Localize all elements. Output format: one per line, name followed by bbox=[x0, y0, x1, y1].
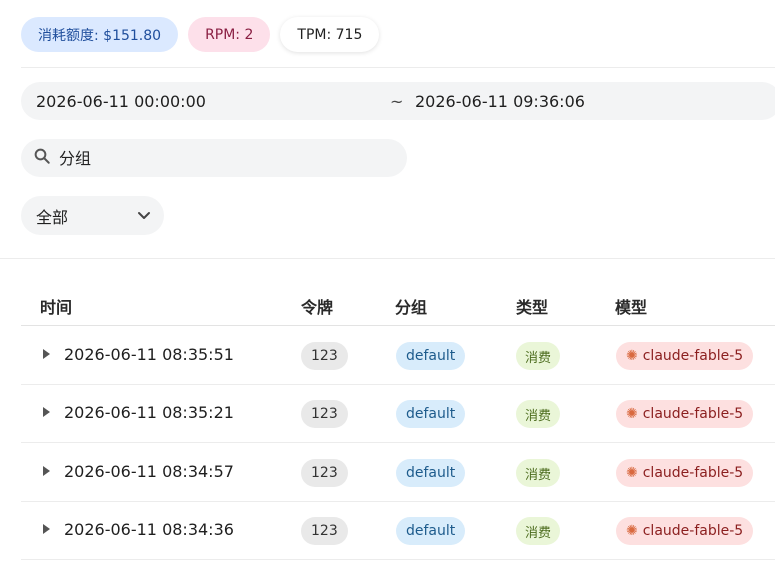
sparkle-icon: ✺ bbox=[626, 465, 638, 481]
type-badge: 消费 bbox=[516, 342, 561, 370]
row-time: 2026-06-11 08:34:36 bbox=[64, 520, 234, 539]
table-row[interactable]: 2026-06-11 08:34:36 123 default 消费 ✺ clau… bbox=[21, 502, 775, 560]
token-badge: 123 bbox=[301, 517, 348, 545]
header-token[interactable]: 令牌 bbox=[301, 294, 333, 318]
type-badge: 消费 bbox=[516, 459, 561, 487]
model-badge: ✺ claude-fable-5 bbox=[616, 400, 754, 428]
row-time: 2026-06-11 08:35:21 bbox=[64, 403, 234, 422]
expand-caret-icon[interactable] bbox=[43, 407, 50, 417]
group-badge: default bbox=[396, 459, 466, 487]
token-badge: 123 bbox=[301, 459, 348, 487]
header-group[interactable]: 分组 bbox=[395, 294, 427, 318]
sparkle-icon: ✺ bbox=[626, 523, 638, 539]
table-row[interactable]: 2026-06-11 08:35:51 123 default 消费 ✺ clau… bbox=[21, 327, 775, 385]
quota-text: 消耗额度: $151.80 bbox=[38, 27, 162, 44]
type-filter-select[interactable]: 全部 bbox=[21, 196, 164, 235]
header-model[interactable]: 模型 bbox=[615, 294, 647, 318]
model-name: claude-fable-5 bbox=[642, 406, 744, 422]
rpm-badge: RPM: 2 bbox=[188, 17, 271, 52]
model-name: claude-fable-5 bbox=[642, 465, 744, 481]
divider bbox=[21, 67, 775, 68]
date-end[interactable]: 2026-06-11 09:36:06 bbox=[415, 92, 585, 111]
group-search[interactable] bbox=[21, 139, 407, 177]
tpm-badge: TPM: 715 bbox=[280, 17, 380, 52]
quota-badge: 消耗额度: $151.80 bbox=[21, 17, 179, 52]
model-name: claude-fable-5 bbox=[642, 348, 744, 364]
token-badge: 123 bbox=[301, 400, 348, 428]
row-time: 2026-06-11 08:34:57 bbox=[64, 462, 234, 481]
group-badge: default bbox=[396, 342, 466, 370]
date-start[interactable]: 2026-06-11 00:00:00 bbox=[36, 92, 206, 111]
expand-caret-icon[interactable] bbox=[43, 524, 50, 534]
chevron-down-icon bbox=[136, 207, 152, 223]
date-separator: ~ bbox=[390, 91, 404, 111]
header-type[interactable]: 类型 bbox=[516, 294, 548, 318]
table-header: 时间 令牌 分组 类型 模型 bbox=[21, 284, 775, 326]
expand-caret-icon[interactable] bbox=[43, 349, 50, 359]
model-name: claude-fable-5 bbox=[642, 523, 744, 539]
group-badge: default bbox=[396, 400, 466, 428]
date-range-picker[interactable]: 2026-06-11 00:00:00 ~ 2026-06-11 09:36:0… bbox=[21, 82, 775, 120]
rpm-text: RPM: 2 bbox=[205, 26, 254, 43]
tpm-text: TPM: 715 bbox=[297, 26, 363, 43]
stats-bar: 消耗额度: $151.80 RPM: 2 TPM: 715 bbox=[21, 17, 380, 52]
model-badge: ✺ claude-fable-5 bbox=[616, 517, 754, 545]
table-row[interactable]: 2026-06-11 08:35:21 123 default 消费 ✺ clau… bbox=[21, 385, 775, 443]
sparkle-icon: ✺ bbox=[626, 348, 638, 364]
type-badge: 消费 bbox=[516, 400, 561, 428]
type-filter-value: 全部 bbox=[36, 207, 69, 227]
header-time[interactable]: 时间 bbox=[40, 294, 72, 318]
row-time: 2026-06-11 08:35:51 bbox=[64, 345, 234, 364]
group-badge: default bbox=[396, 517, 466, 545]
sparkle-icon: ✺ bbox=[626, 406, 638, 422]
search-icon bbox=[33, 147, 51, 169]
group-search-input[interactable] bbox=[59, 148, 379, 168]
type-badge: 消费 bbox=[516, 517, 561, 545]
expand-caret-icon[interactable] bbox=[43, 466, 50, 476]
model-badge: ✺ claude-fable-5 bbox=[616, 342, 754, 370]
divider bbox=[0, 258, 775, 259]
model-badge: ✺ claude-fable-5 bbox=[616, 459, 754, 487]
table-row[interactable]: 2026-06-11 08:34:57 123 default 消费 ✺ clau… bbox=[21, 444, 775, 502]
token-badge: 123 bbox=[301, 342, 348, 370]
